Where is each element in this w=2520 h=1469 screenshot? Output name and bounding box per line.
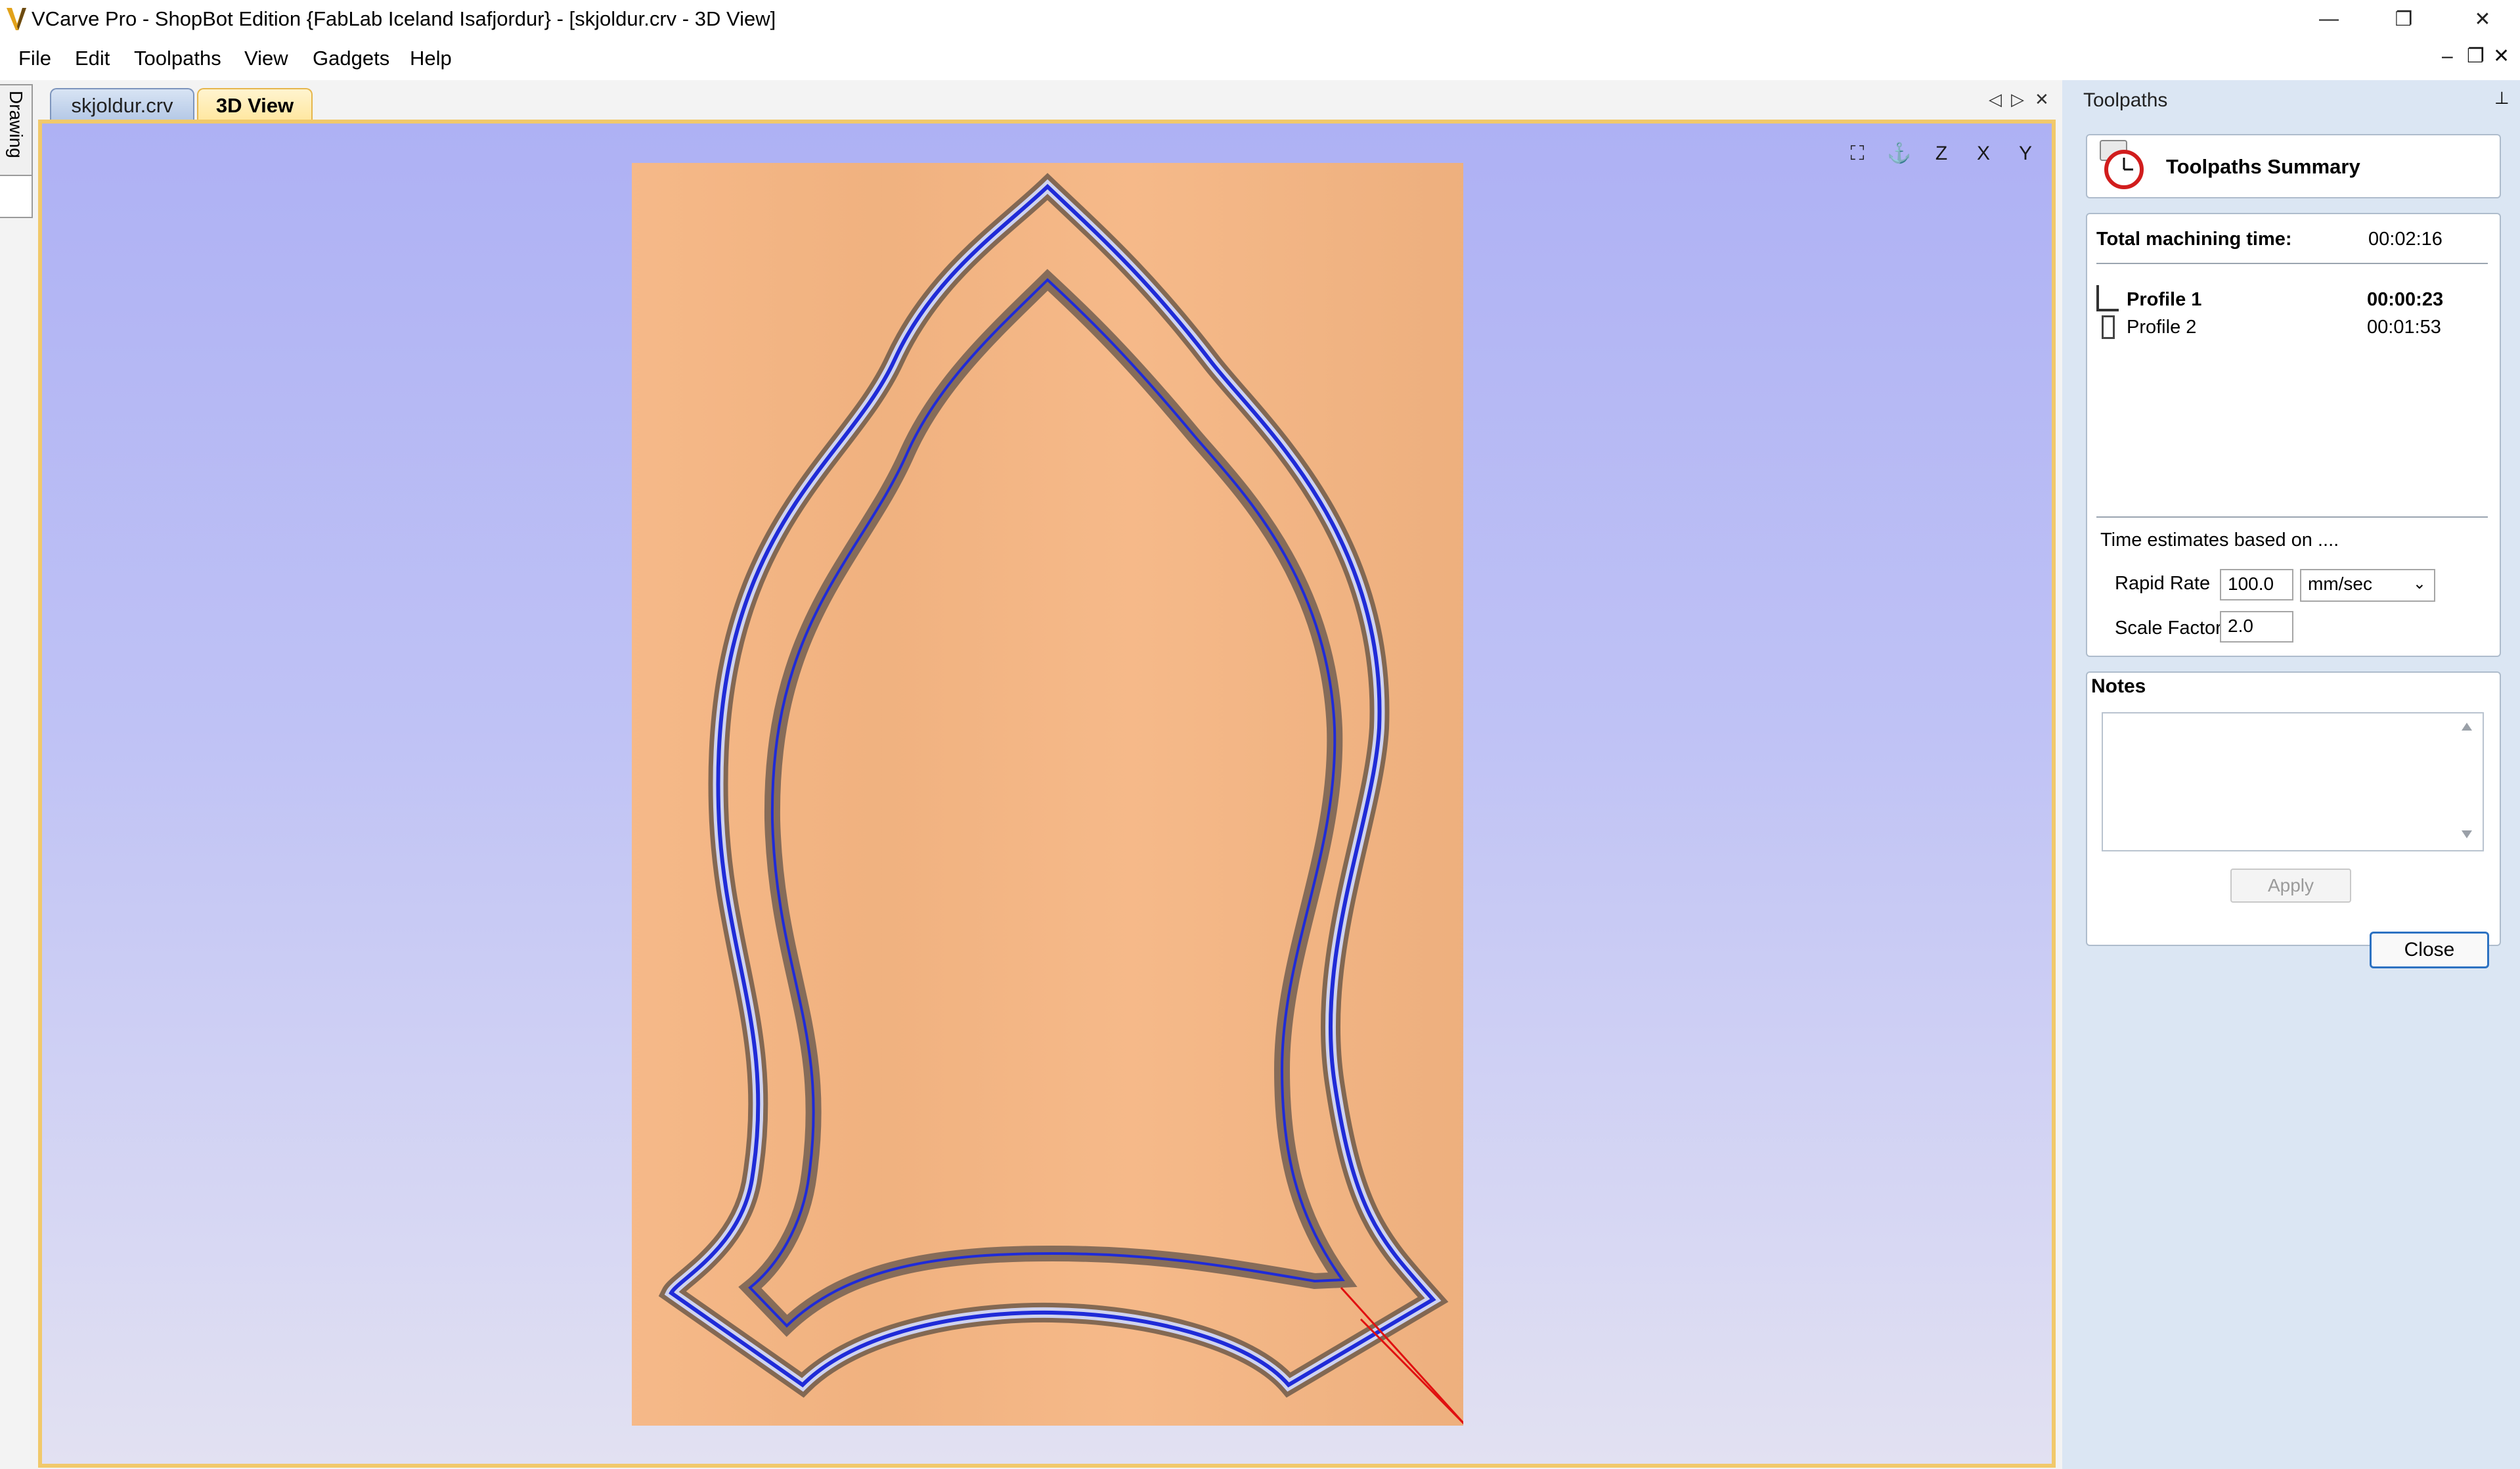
notes-scrollbar[interactable] [2454, 715, 2480, 846]
zoom-extents-icon[interactable]: ⛶ [1839, 135, 1876, 172]
scale-factor-label: Scale Factor [2115, 618, 2222, 639]
outer-toolpath [669, 183, 1436, 1388]
notes-title: Notes [2091, 675, 2146, 697]
vcarve-logo-icon [7, 8, 26, 30]
scale-factor-input[interactable]: 2.0 [2220, 611, 2293, 643]
total-time-label: Total machining time: [2096, 229, 2292, 250]
rapid-rate-input[interactable]: 100.0 [2220, 569, 2293, 600]
tab-scroll-right-icon[interactable]: ▷ [2011, 89, 2024, 110]
view-toolbar: ⛶ ⚓ Z X Y [1839, 135, 2044, 172]
panel-header: Toolpaths [2083, 89, 2168, 111]
carved-shield-preview [658, 173, 1463, 1425]
top-view-z-icon[interactable]: Z [1923, 135, 1960, 172]
front-view-x-icon[interactable]: X [1965, 135, 2002, 172]
mdi-close-button[interactable]: ✕ [2493, 43, 2509, 70]
unit-value: mm/sec [2308, 574, 2372, 594]
document-tab-strip [39, 80, 2062, 121]
clock-icon [2100, 140, 2144, 189]
maximize-button[interactable]: ❐ [2367, 0, 2441, 38]
chevron-down-icon: ⌄ [2412, 575, 2426, 593]
iso-view-icon[interactable]: ⚓ [1881, 135, 1918, 172]
minimize-button[interactable]: — [2292, 0, 2366, 38]
rapid-rate-unit-select[interactable]: mm/sec ⌄ [2300, 569, 2435, 602]
side-view-y-icon[interactable]: Y [2007, 135, 2044, 172]
drawing-side-tab[interactable]: Drawing [0, 84, 33, 176]
tab-3d-view[interactable]: 3D View [197, 88, 313, 121]
toolpath-time: 00:00:23 [2367, 289, 2444, 310]
estimates-label: Time estimates based on .... [2100, 530, 2339, 551]
outer-groove [658, 173, 1449, 1398]
toolpath-name[interactable]: Profile 2 [2127, 314, 2196, 340]
close-button[interactable]: Close [2370, 932, 2489, 968]
menu-toolpaths[interactable]: Toolpaths [134, 43, 221, 74]
summary-title: Toolpaths Summary [2166, 155, 2360, 178]
tab-skjoldur-crv[interactable]: skjoldur.crv [50, 88, 194, 121]
mdi-minimize-button[interactable]: – [2442, 43, 2453, 70]
pin-icon[interactable]: ⊥ [2494, 88, 2509, 108]
toolpath-time: 00:01:53 [2367, 317, 2441, 338]
menu-file[interactable]: File [18, 43, 51, 74]
divider [2096, 516, 2488, 518]
total-time-value: 00:02:16 [2368, 229, 2443, 250]
side-tab-placeholder [0, 176, 33, 218]
rapid-rate-label: Rapid Rate [2115, 573, 2211, 594]
window-title: VCarve Pro - ShopBot Edition {FabLab Ice… [32, 7, 776, 30]
tab-close-icon[interactable]: ✕ [2035, 89, 2049, 110]
menu-view[interactable]: View [244, 43, 288, 74]
menu-help[interactable]: Help [410, 43, 452, 74]
apply-button[interactable]: Apply [2230, 869, 2351, 903]
drawing-tab-label: Drawing [6, 91, 26, 158]
close-window-button[interactable]: ✕ [2446, 0, 2519, 38]
divider [2096, 263, 2488, 264]
menu-edit[interactable]: Edit [75, 43, 110, 74]
profile-1-toolpath-icon [2096, 285, 2119, 311]
tab-scroll-left-icon[interactable]: ◁ [1989, 89, 2002, 110]
notes-textarea[interactable] [2102, 712, 2484, 851]
mdi-restore-button[interactable]: ❐ [2467, 43, 2485, 70]
profile-2-toolpath-icon [2102, 315, 2115, 339]
menu-gadgets[interactable]: Gadgets [313, 43, 389, 74]
toolpath-name[interactable]: Profile 1 [2127, 286, 2201, 313]
